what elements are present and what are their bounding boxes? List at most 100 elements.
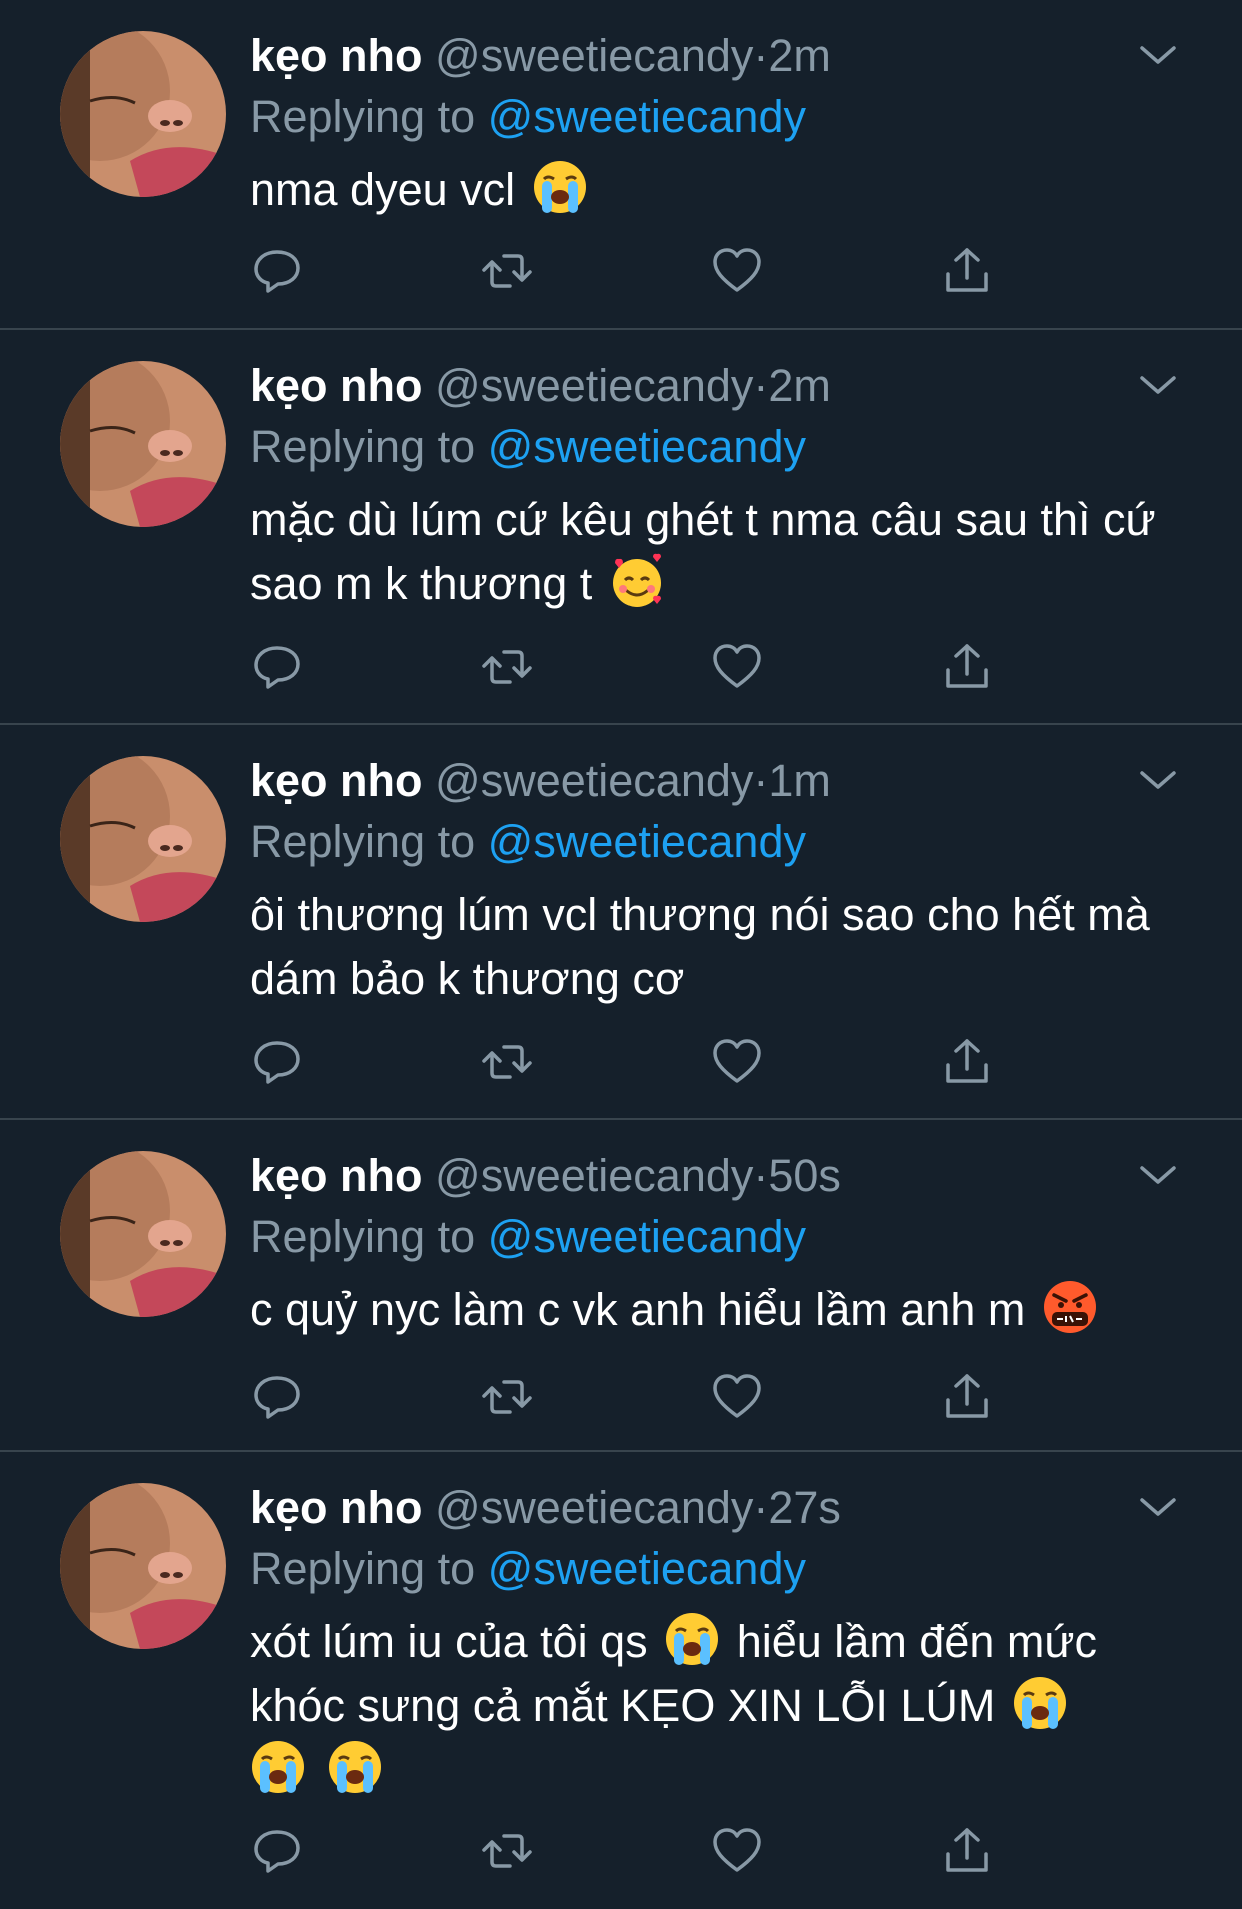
chevron-down-icon[interactable]: [1134, 763, 1182, 799]
avatar[interactable]: [60, 1483, 226, 1649]
like-button[interactable]: [710, 1824, 764, 1878]
tweet-header: kẹo nho @sweetiecandy·27s: [250, 1480, 841, 1536]
heart-icon: [713, 1374, 761, 1418]
avatar-photo: [60, 756, 226, 922]
chevron-down-icon[interactable]: [1134, 38, 1182, 74]
replying-to-label: Replying to: [250, 421, 488, 472]
share-icon: [946, 644, 988, 688]
smiling-face-with-hearts-emoji: [612, 553, 661, 607]
replying-to-handle[interactable]: @sweetiecandy: [488, 91, 806, 142]
replying-to: Replying to @sweetiecandy: [250, 419, 806, 475]
tweet-text: xót lúm iu của tôi qs hiểu lầm đến mức k…: [250, 1610, 1180, 1802]
username[interactable]: @sweetiecandy: [435, 755, 753, 806]
separator-dot: ·: [753, 30, 769, 81]
retweet-icon: [482, 254, 532, 288]
share-button[interactable]: [940, 1824, 994, 1878]
separator-dot: ·: [753, 1482, 769, 1533]
replying-to: Replying to @sweetiecandy: [250, 1209, 806, 1265]
replying-to-label: Replying to: [250, 816, 488, 867]
retweet-button[interactable]: [480, 244, 534, 298]
tweet-text-part: xót lúm iu của tôi qs: [250, 1616, 648, 1667]
replying-to-handle[interactable]: @sweetiecandy: [488, 1543, 806, 1594]
loudly-crying-face-emoji: [252, 1741, 304, 1793]
display-name[interactable]: kẹo nho: [250, 1150, 423, 1201]
timestamp[interactable]: 1m: [768, 755, 831, 806]
reply-icon: [254, 646, 300, 689]
display-name[interactable]: kẹo nho: [250, 30, 423, 81]
reply-button[interactable]: [250, 1370, 304, 1424]
username[interactable]: @sweetiecandy: [435, 30, 753, 81]
tweet[interactable]: kẹo nho @sweetiecandy·27s Replying to @s…: [0, 1452, 1242, 1909]
avatar[interactable]: [60, 361, 226, 527]
display-name[interactable]: kẹo nho: [250, 1482, 423, 1533]
like-button[interactable]: [710, 1035, 764, 1089]
replying-to-handle[interactable]: @sweetiecandy: [488, 816, 806, 867]
avatar-photo: [60, 31, 226, 197]
display-name[interactable]: kẹo nho: [250, 360, 423, 411]
display-name[interactable]: kẹo nho: [250, 755, 423, 806]
retweet-button[interactable]: [480, 1370, 534, 1424]
tweet-text-part: mặc dù lúm cứ kêu ghét t nma câu sau thì…: [250, 494, 1156, 609]
replying-to-handle[interactable]: @sweetiecandy: [488, 1211, 806, 1262]
avatar[interactable]: [60, 31, 226, 197]
loudly-crying-face-emoji: [533, 161, 586, 213]
separator-dot: ·: [753, 1150, 769, 1201]
avatar-photo: [60, 361, 226, 527]
avatar[interactable]: [60, 756, 226, 922]
share-button[interactable]: [940, 1035, 994, 1089]
username[interactable]: @sweetiecandy: [435, 1150, 753, 1201]
retweet-icon: [482, 1045, 532, 1079]
chevron-down-icon[interactable]: [1134, 1490, 1182, 1526]
share-button[interactable]: [940, 1370, 994, 1424]
share-button[interactable]: [940, 640, 994, 694]
chevron-down-icon[interactable]: [1134, 1158, 1182, 1194]
tweet-actions: [250, 244, 1030, 304]
tweet-text: c quỷ nyc làm c vk anh hiểu lầm anh m: [250, 1278, 1180, 1342]
heart-icon: [713, 248, 761, 292]
tweet-actions: [250, 1035, 1030, 1095]
like-button[interactable]: [710, 244, 764, 298]
username[interactable]: @sweetiecandy: [435, 1482, 753, 1533]
reply-button[interactable]: [250, 244, 304, 298]
face-with-symbols-on-mouth-emoji: [1043, 1281, 1096, 1333]
avatar[interactable]: [60, 1151, 226, 1317]
share-icon: [946, 1039, 988, 1083]
retweet-icon: [482, 650, 532, 684]
timestamp[interactable]: 50s: [768, 1150, 841, 1201]
timestamp[interactable]: 2m: [768, 360, 831, 411]
separator-dot: ·: [753, 755, 769, 806]
retweet-button[interactable]: [480, 1035, 534, 1089]
timestamp[interactable]: 2m: [768, 30, 831, 81]
tweet-text: mặc dù lúm cứ kêu ghét t nma câu sau thì…: [250, 488, 1180, 616]
tweet[interactable]: kẹo nho @sweetiecandy·2m Replying to @sw…: [0, 0, 1242, 330]
share-icon: [946, 1374, 988, 1418]
tweet-header: kẹo nho @sweetiecandy·50s: [250, 1148, 841, 1204]
replying-to-label: Replying to: [250, 1543, 488, 1594]
share-button[interactable]: [940, 244, 994, 298]
like-button[interactable]: [710, 1370, 764, 1424]
retweet-icon: [482, 1834, 532, 1868]
reply-button[interactable]: [250, 1824, 304, 1878]
replying-to-handle[interactable]: @sweetiecandy: [488, 421, 806, 472]
reply-button[interactable]: [250, 640, 304, 694]
retweet-button[interactable]: [480, 1824, 534, 1878]
tweet[interactable]: kẹo nho @sweetiecandy·1m Replying to @sw…: [0, 725, 1242, 1120]
replying-to-label: Replying to: [250, 91, 488, 142]
reply-button[interactable]: [250, 1035, 304, 1089]
tweet-text: nma dyeu vcl: [250, 158, 1180, 222]
tweet-header: kẹo nho @sweetiecandy·2m: [250, 28, 831, 84]
chevron-down-icon[interactable]: [1134, 368, 1182, 404]
tweet-actions: [250, 1370, 1030, 1430]
timestamp[interactable]: 27s: [768, 1482, 841, 1533]
tweet[interactable]: kẹo nho @sweetiecandy·2m Replying to @sw…: [0, 330, 1242, 725]
heart-icon: [713, 1828, 761, 1872]
tweet[interactable]: kẹo nho @sweetiecandy·50s Replying to @s…: [0, 1120, 1242, 1452]
retweet-button[interactable]: [480, 640, 534, 694]
username[interactable]: @sweetiecandy: [435, 360, 753, 411]
reply-icon: [254, 1041, 300, 1084]
like-button[interactable]: [710, 640, 764, 694]
replying-to: Replying to @sweetiecandy: [250, 814, 806, 870]
retweet-icon: [482, 1380, 532, 1414]
tweet-header: kẹo nho @sweetiecandy·2m: [250, 358, 831, 414]
loudly-crying-face-emoji: [666, 1613, 719, 1665]
